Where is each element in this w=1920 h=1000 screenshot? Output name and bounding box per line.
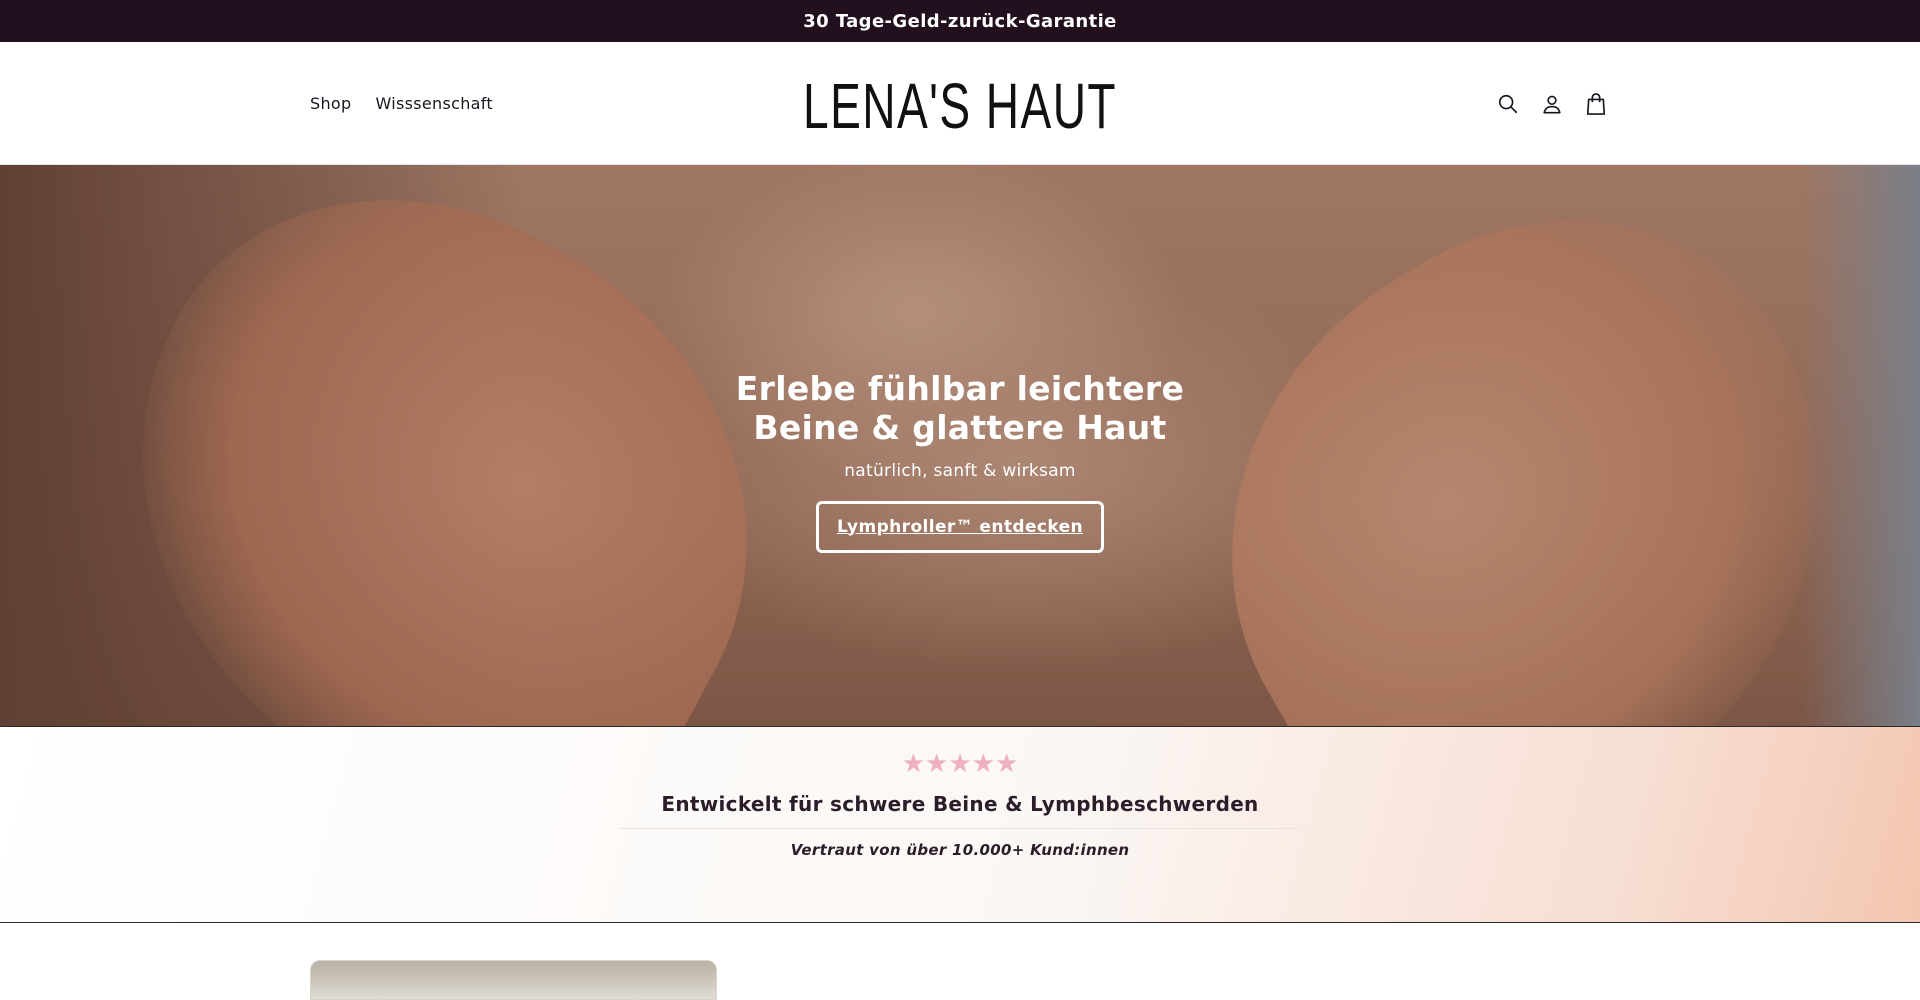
trust-note: Vertraut von über 10.000+ Kund:innen	[790, 841, 1130, 859]
header-icons	[1496, 42, 1608, 165]
hero-title: Erlebe fühlbar leichtere Beine & glatter…	[735, 368, 1185, 447]
hero-cta-button[interactable]: Lymphroller™ entdecken	[816, 500, 1104, 553]
main-nav: Shop Wisssenschaft	[310, 42, 493, 165]
trust-section: ★★★★★ Entwickelt für schwere Beine & Lym…	[0, 726, 1920, 923]
announcement-text: 30 Tage-Geld-zurück-Garantie	[803, 10, 1117, 32]
site-header: Shop Wisssenschaft LENA'S HAUT	[0, 42, 1920, 165]
account-icon[interactable]	[1540, 92, 1564, 116]
cart-icon[interactable]	[1584, 92, 1608, 116]
nav-link-shop[interactable]: Shop	[310, 94, 351, 113]
hero-subtitle: natürlich, sanft & wirksam	[844, 460, 1076, 481]
rating-stars: ★★★★★	[901, 749, 1019, 779]
hero-banner: Erlebe fühlbar leichtere Beine & glatter…	[0, 165, 1920, 726]
search-icon[interactable]	[1496, 92, 1520, 116]
product-image-card[interactable]	[310, 960, 717, 1000]
hero-content: Erlebe fühlbar leichtere Beine & glatter…	[0, 165, 1920, 726]
nav-link-wissenschaft[interactable]: Wisssenschaft	[375, 94, 493, 113]
brand-logo[interactable]: LENA'S HAUT	[803, 74, 1117, 138]
announcement-bar: 30 Tage-Geld-zurück-Garantie	[0, 0, 1920, 42]
divider	[620, 828, 1300, 829]
trust-title: Entwickelt für schwere Beine & Lymphbesc…	[661, 792, 1259, 816]
